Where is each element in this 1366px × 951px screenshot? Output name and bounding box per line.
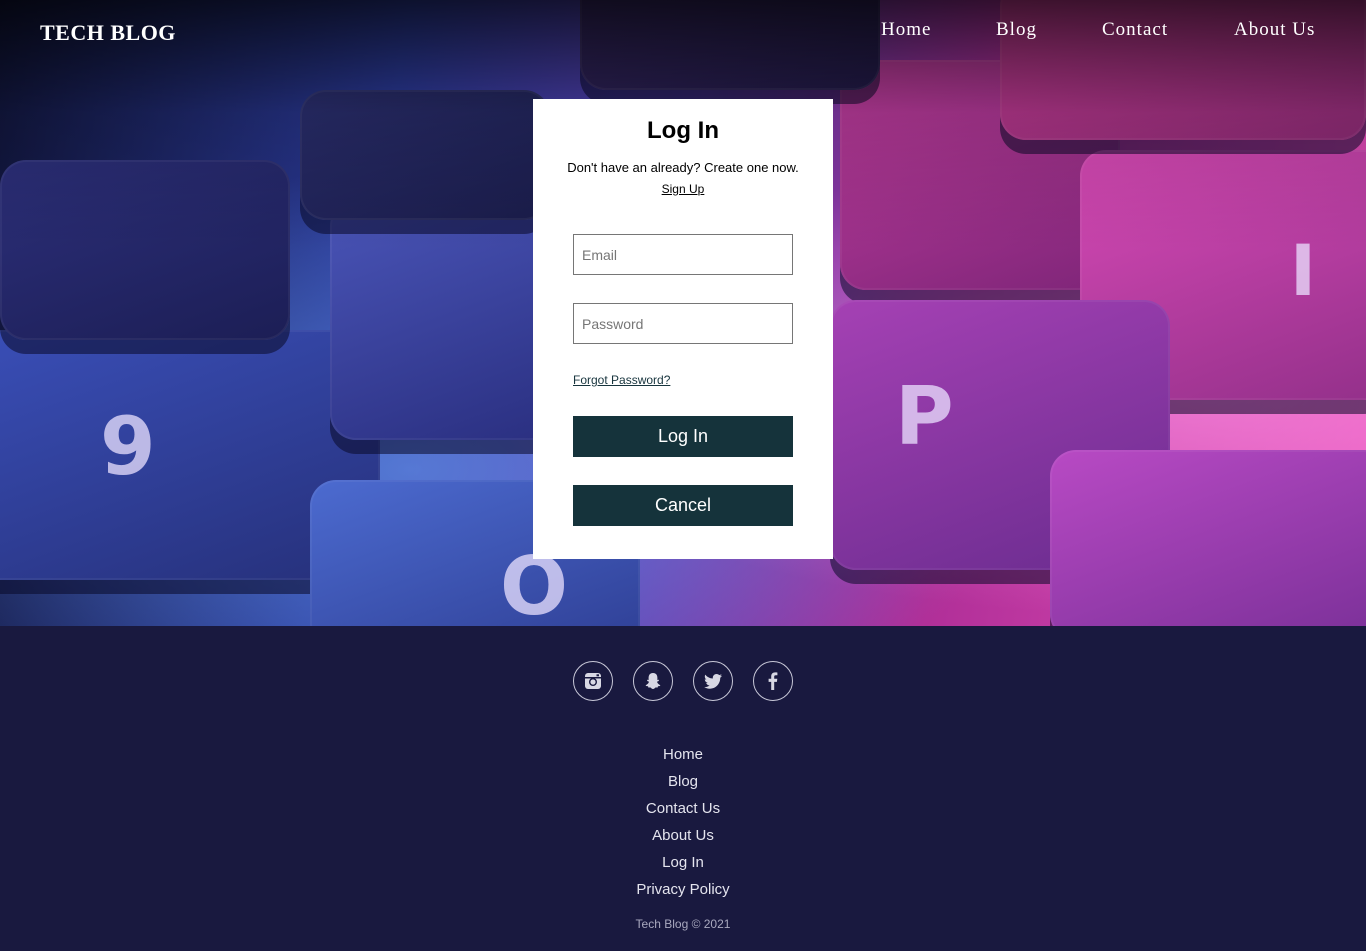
email-field[interactable] <box>573 234 793 275</box>
twitter-icon[interactable] <box>693 661 733 701</box>
nav-contact[interactable]: Contact <box>1102 19 1168 41</box>
footer-link-about-us[interactable]: About Us <box>0 827 1366 844</box>
footer: Home Blog Contact Us About Us Log In Pri… <box>0 626 1366 951</box>
signup-link[interactable]: Sign Up <box>533 182 833 196</box>
footer-link-blog[interactable]: Blog <box>0 773 1366 790</box>
footer-link-home[interactable]: Home <box>0 746 1366 763</box>
facebook-icon[interactable] <box>753 661 793 701</box>
footer-link-log-in[interactable]: Log In <box>0 854 1366 871</box>
footer-link-contact-us[interactable]: Contact Us <box>0 800 1366 817</box>
twitter-icon-glyph <box>704 674 722 689</box>
cancel-button[interactable]: Cancel <box>573 485 793 526</box>
login-card: Log In Don't have an already? Create one… <box>533 99 833 559</box>
snapchat-icon-glyph <box>645 673 661 689</box>
login-subtitle: Don't have an already? Create one now. <box>567 160 799 175</box>
instagram-icon[interactable] <box>573 661 613 701</box>
site-title[interactable]: TECH BLOG <box>40 20 176 46</box>
copyright-text: Tech Blog © 2021 <box>635 917 731 931</box>
footer-link-privacy-policy[interactable]: Privacy Policy <box>0 881 1366 898</box>
nav-about-us[interactable]: About Us <box>1234 19 1315 41</box>
login-button[interactable]: Log In <box>573 416 793 457</box>
password-field[interactable] <box>573 303 793 344</box>
facebook-icon-glyph <box>768 672 778 690</box>
login-title: Log In <box>647 117 719 144</box>
forgot-password-link[interactable]: Forgot Password? <box>573 373 670 387</box>
main-nav: Home Blog Contact About Us <box>846 19 1366 43</box>
instagram-icon-glyph <box>585 673 601 689</box>
nav-blog[interactable]: Blog <box>996 19 1037 41</box>
nav-home[interactable]: Home <box>881 19 931 41</box>
snapchat-icon[interactable] <box>633 661 673 701</box>
